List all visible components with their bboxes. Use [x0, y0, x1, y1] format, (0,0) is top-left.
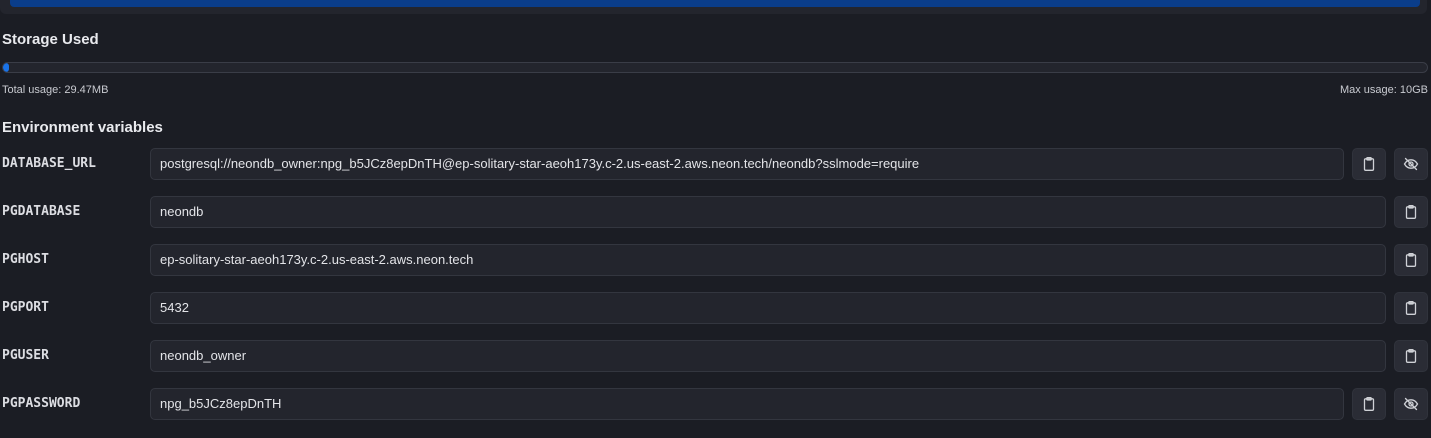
- copy-button[interactable]: [1394, 244, 1428, 276]
- env-row-database-url: DATABASE_URL postgresql://neondb_owner:n…: [0, 148, 1431, 181]
- env-key: PGHOST: [2, 252, 49, 267]
- env-section-title: Environment variables: [2, 119, 163, 136]
- copy-button[interactable]: [1352, 388, 1386, 420]
- env-key: PGPORT: [2, 300, 49, 315]
- env-row-pgdatabase: PGDATABASE neondb: [0, 196, 1431, 229]
- env-value-field[interactable]: postgresql://neondb_owner:npg_b5JCz8epDn…: [150, 148, 1344, 180]
- eye-off-icon: [1403, 157, 1419, 171]
- env-key: PGDATABASE: [2, 204, 81, 219]
- copy-button[interactable]: [1394, 292, 1428, 324]
- env-row-pgpassword: PGPASSWORD npg_b5JCz8epDnTH: [0, 388, 1431, 421]
- clipboard-icon: [1363, 156, 1375, 171]
- storage-progress-track: [2, 62, 1428, 73]
- env-key: DATABASE_URL: [2, 156, 96, 171]
- top-panel-remnant: [0, 0, 1427, 14]
- reveal-button[interactable]: [1394, 388, 1428, 420]
- storage-section-title: Storage Used: [2, 31, 99, 48]
- clipboard-icon: [1405, 252, 1417, 267]
- copy-button[interactable]: [1352, 148, 1386, 180]
- env-row-pgport: PGPORT 5432: [0, 292, 1431, 325]
- env-key: PGUSER: [2, 348, 49, 363]
- eye-off-icon: [1403, 397, 1419, 411]
- env-key: PGPASSWORD: [2, 396, 81, 411]
- copy-button[interactable]: [1394, 340, 1428, 372]
- total-usage-label: Total usage: 29.47MB: [2, 84, 109, 96]
- clipboard-icon: [1405, 300, 1417, 315]
- database-settings-panel: Storage Used Total usage: 29.47MB Max us…: [0, 0, 1431, 438]
- top-progress-bar: [10, 0, 1420, 7]
- env-value-field[interactable]: ep-solitary-star-aeoh173y.c-2.us-east-2.…: [150, 244, 1386, 276]
- env-value-field[interactable]: neondb_owner: [150, 340, 1386, 372]
- clipboard-icon: [1363, 396, 1375, 411]
- reveal-button[interactable]: [1394, 148, 1428, 180]
- storage-progress-fill: [3, 63, 9, 72]
- clipboard-icon: [1405, 204, 1417, 219]
- env-value-field[interactable]: 5432: [150, 292, 1386, 324]
- env-value-field[interactable]: neondb: [150, 196, 1386, 228]
- copy-button[interactable]: [1394, 196, 1428, 228]
- env-value-field[interactable]: npg_b5JCz8epDnTH: [150, 388, 1344, 420]
- max-usage-label: Max usage: 10GB: [1339, 84, 1428, 96]
- clipboard-icon: [1405, 348, 1417, 363]
- env-row-pghost: PGHOST ep-solitary-star-aeoh173y.c-2.us-…: [0, 244, 1431, 277]
- env-row-pguser: PGUSER neondb_owner: [0, 340, 1431, 373]
